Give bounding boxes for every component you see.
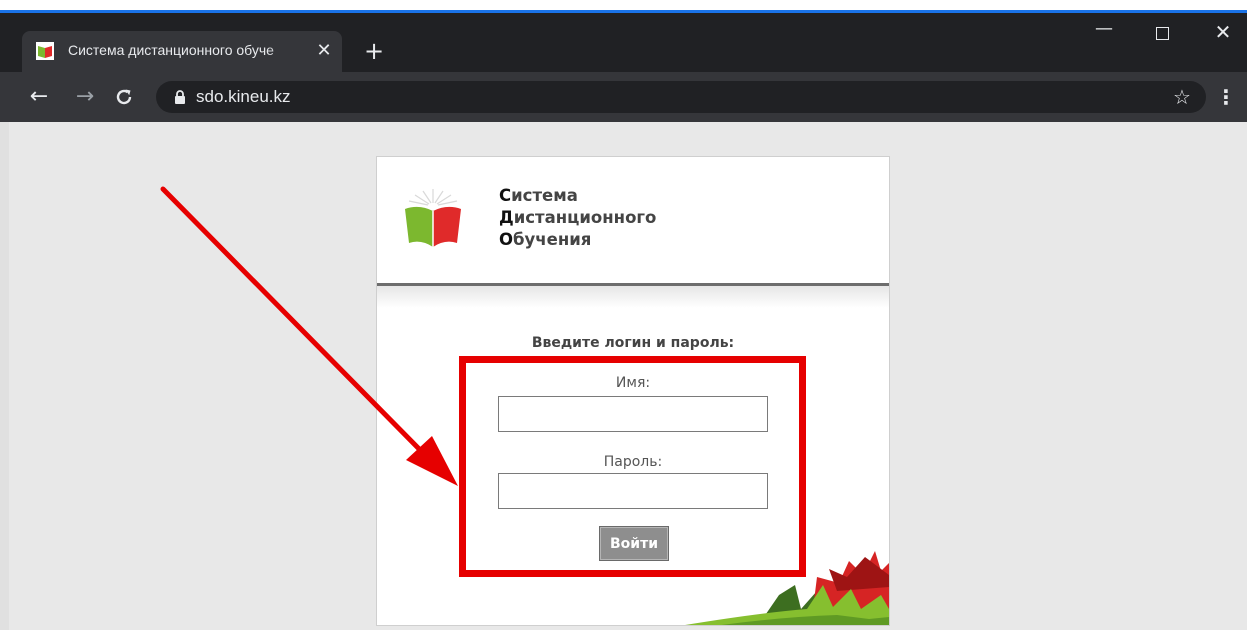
star-icon[interactable]: ☆: [1169, 84, 1195, 110]
brand-line-3: Обучения: [499, 229, 656, 251]
maximize-icon[interactable]: [1144, 21, 1180, 45]
password-label: Пароль:: [603, 454, 663, 470]
brand-cap-2: Д: [499, 208, 514, 227]
login-card: Система Дистанционного Обучения Введите …: [376, 156, 890, 626]
window-close-icon[interactable]: ✕: [1205, 21, 1241, 45]
plus-icon[interactable]: +: [360, 37, 388, 65]
address-bar[interactable]: sdo.kineu.kz ☆: [156, 81, 1206, 113]
minimize-icon[interactable]: —: [1086, 20, 1122, 45]
brand-line-1: Система: [499, 185, 656, 207]
brand-line-2: Дистанционного: [499, 207, 656, 229]
brand-rest-2: истанционного: [513, 208, 657, 227]
browser-toolbar: ← → sdo.kineu.kz ☆ ⋮: [0, 72, 1247, 122]
back-arrow-icon[interactable]: ←: [26, 84, 52, 110]
close-icon[interactable]: ✕: [314, 41, 334, 61]
reload-icon[interactable]: [111, 84, 137, 110]
browser-tab[interactable]: Система дистанционного обуче ✕: [22, 31, 342, 72]
page-viewport: Система Дистанционного Обучения Введите …: [0, 122, 1247, 630]
card-header: Система Дистанционного Обучения: [377, 157, 889, 283]
username-input[interactable]: [498, 396, 768, 432]
tab-strip: Система дистанционного обуче ✕ + — ✕: [0, 13, 1247, 72]
open-book-logo-icon: [405, 189, 461, 247]
viewport-left-edge: [0, 122, 9, 630]
book-favicon-icon: [36, 42, 54, 60]
forward-arrow-icon[interactable]: →: [72, 84, 98, 110]
lock-icon: [175, 90, 185, 104]
password-input[interactable]: [498, 473, 768, 509]
url-text[interactable]: sdo.kineu.kz: [196, 87, 291, 107]
brand-title: Система Дистанционного Обучения: [499, 185, 656, 251]
login-button[interactable]: Войти: [599, 526, 669, 561]
login-prompt: Введите логин и пароль:: [531, 335, 735, 351]
brand-cap-1: С: [499, 186, 512, 205]
reload-glyph: [116, 89, 132, 105]
brand-rest-3: бучения: [513, 230, 592, 249]
window-top-edge: [0, 0, 1247, 13]
kebab-menu-icon[interactable]: ⋮: [1216, 84, 1236, 110]
brand-cap-3: О: [499, 230, 514, 249]
tab-title-fade: [266, 37, 306, 65]
username-label: Имя:: [615, 375, 651, 391]
header-shadow: [377, 286, 889, 308]
brand-rest-1: истема: [511, 186, 578, 205]
